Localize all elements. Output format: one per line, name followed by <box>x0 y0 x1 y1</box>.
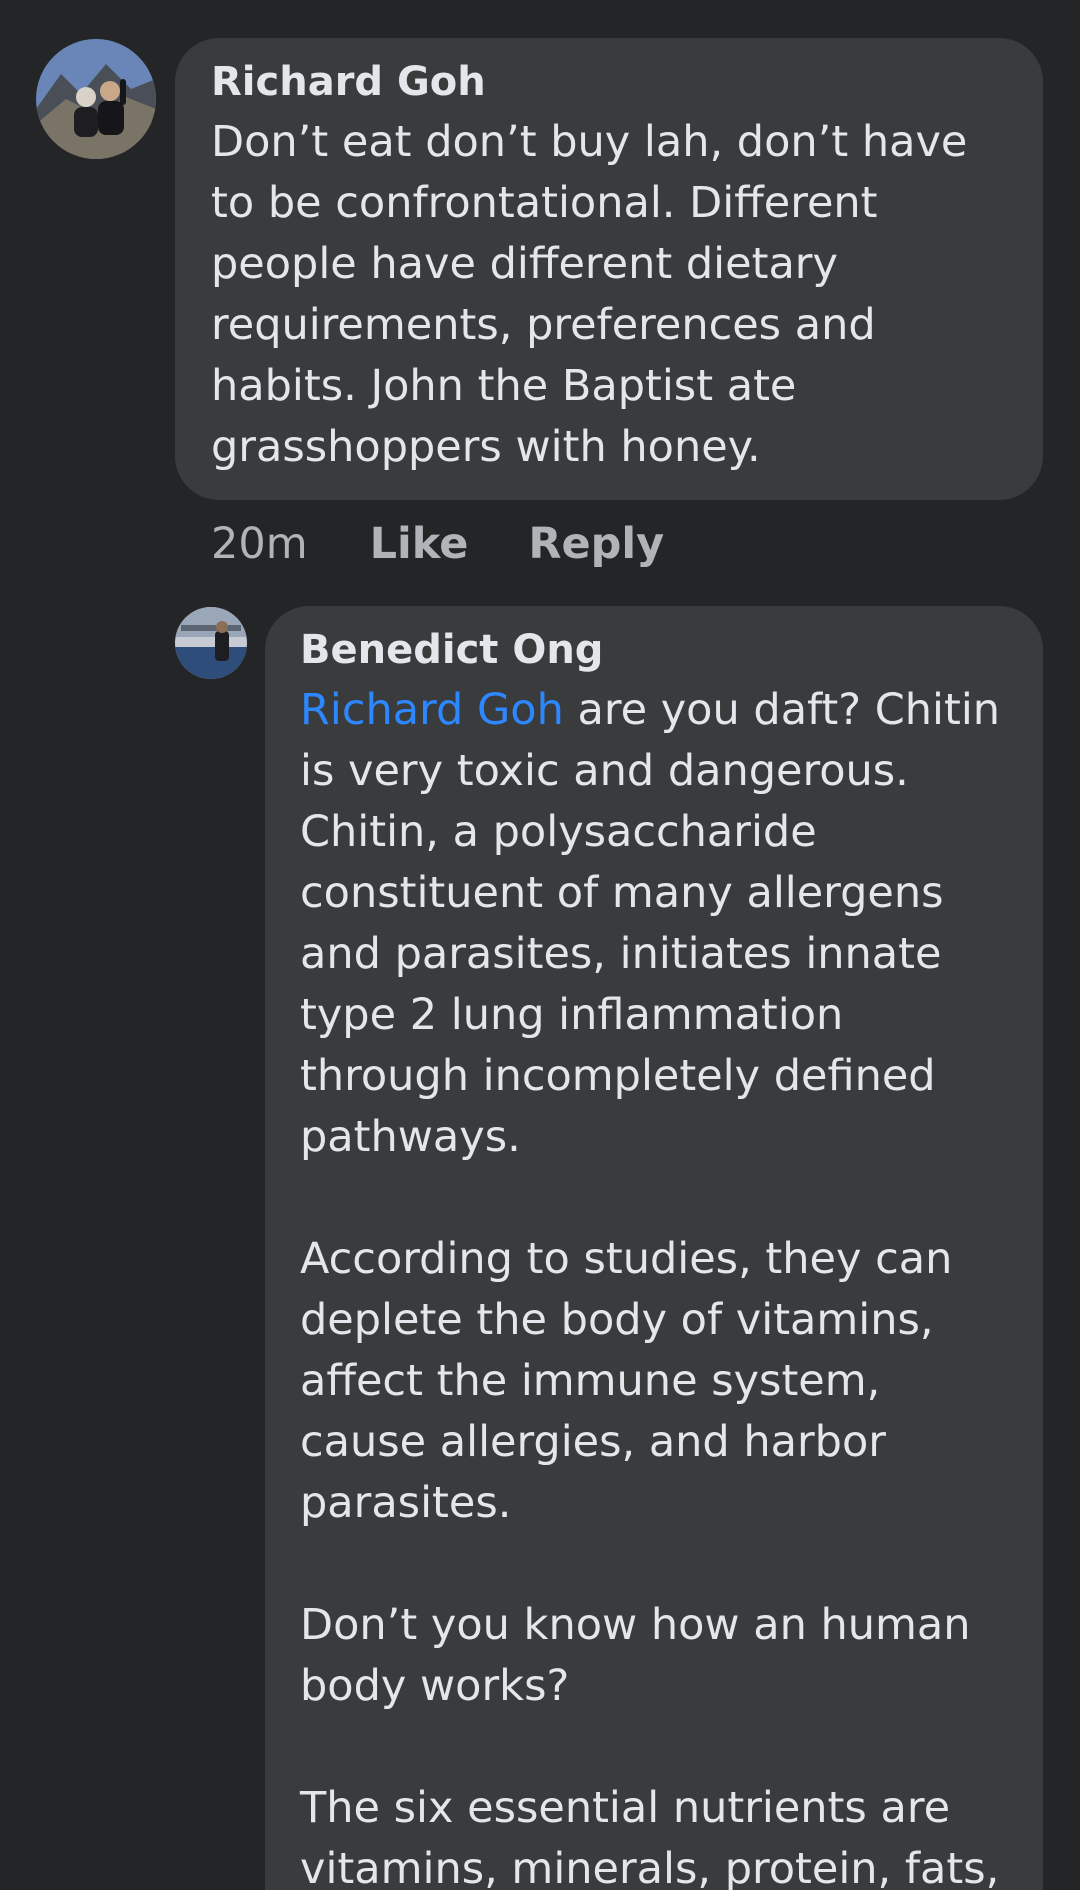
comment-bubble: Richard Goh Don’t eat don’t buy lah, don… <box>175 38 1043 500</box>
comment-timestamp[interactable]: 20m <box>211 519 308 569</box>
comment-paragraph-text: are you daft? Chitin is very toxic and d… <box>300 685 1001 1162</box>
reply-button[interactable]: Reply <box>528 519 664 569</box>
avatar-photo <box>175 607 247 679</box>
comment-paragraph: Don’t you know how an human body works? <box>300 1600 971 1711</box>
comment-paragraph: The six essential nutrients are vitamins… <box>300 1783 1000 1890</box>
comment-paragraph: Don’t eat don’t buy lah, don’t have to b… <box>211 117 968 472</box>
comments-thread: Richard Goh Don’t eat don’t buy lah, don… <box>0 0 1080 1890</box>
avatar[interactable] <box>175 607 247 679</box>
comment-author[interactable]: Benedict Ong <box>300 620 1013 680</box>
mention-link[interactable]: Richard Goh <box>300 685 564 735</box>
comment-bubble: Benedict Ong Richard Goh are you daft? C… <box>265 606 1043 1890</box>
comment-paragraph: Richard Goh are you daft? Chitin is very… <box>300 680 1013 1168</box>
comment-author[interactable]: Richard Goh <box>211 52 1007 112</box>
comment-text: Richard Goh are you daft? Chitin is very… <box>300 680 1013 1890</box>
comment-actions: 20m Like Reply <box>211 513 724 575</box>
avatar-photo <box>36 39 156 159</box>
avatar[interactable] <box>36 39 156 159</box>
comment-paragraph: According to studies, they can deplete t… <box>300 1234 953 1528</box>
comment-text: Don’t eat don’t buy lah, don’t have to b… <box>211 112 1007 478</box>
like-button[interactable]: Like <box>370 519 469 569</box>
